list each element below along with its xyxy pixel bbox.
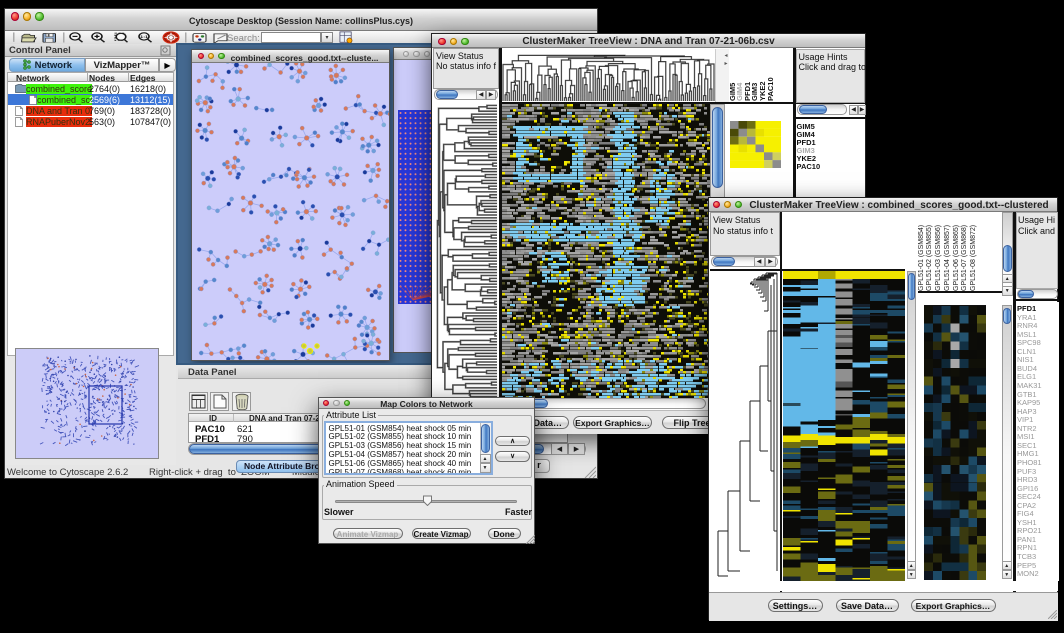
svg-text:1:1: 1:1 [140, 35, 148, 40]
